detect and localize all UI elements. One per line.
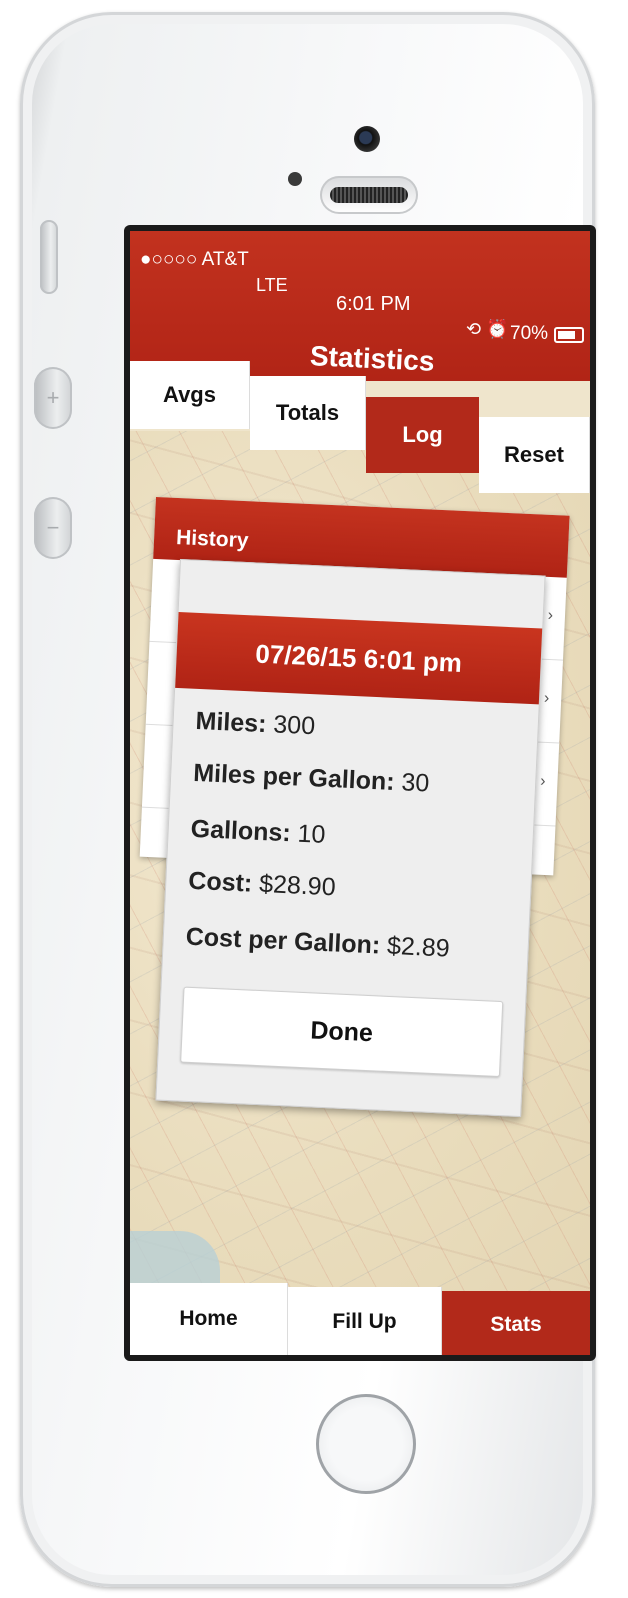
proximity-sensor — [288, 172, 302, 186]
entry-detail-popup: 07/26/15 6:01 pm Miles: 300 Miles per Ga… — [155, 559, 546, 1118]
earpiece-speaker — [320, 176, 418, 214]
tab-stats[interactable]: Stats — [442, 1291, 590, 1355]
chevron-right-icon: › — [543, 689, 550, 708]
home-button[interactable] — [316, 1394, 416, 1494]
phone-frame: + − ●○○○○ AT&T LTE 6:01 PM ⟲ ⏰ 70% Stati… — [20, 12, 596, 1587]
field-value: 10 — [296, 819, 327, 849]
tab-reset[interactable]: Reset — [479, 417, 590, 493]
volume-down-button: − — [34, 497, 72, 559]
battery-percent: 70% — [510, 323, 549, 344]
carrier-signal: ●○○○○ AT&T — [140, 249, 249, 270]
nav-header: ●○○○○ AT&T LTE 6:01 PM ⟲ ⏰ 70% Statistic… — [130, 231, 590, 381]
rotation-alarm-icon: ⟲ ⏰ — [466, 319, 509, 339]
tab-fill-up[interactable]: Fill Up — [288, 1287, 442, 1355]
field-value: $2.89 — [386, 931, 451, 963]
tab-avgs[interactable]: Avgs — [130, 361, 250, 429]
field-label: Gallons: — [190, 814, 292, 848]
mpg-field: Miles per Gallon: 30 — [193, 759, 430, 799]
tab-log[interactable]: Log — [366, 397, 479, 473]
battery-icon — [554, 327, 584, 343]
field-label: Cost: — [187, 866, 253, 898]
tab-home[interactable]: Home — [130, 1283, 288, 1355]
chevron-right-icon: › — [539, 772, 546, 790]
field-label: Miles: — [195, 706, 268, 739]
field-label: Cost per Gallon: — [185, 922, 381, 960]
network-type: LTE — [256, 275, 288, 295]
front-camera — [354, 126, 380, 152]
chevron-right-icon: › — [547, 606, 554, 625]
volume-up-button: + — [34, 367, 72, 429]
cost-field: Cost: $28.90 — [188, 867, 336, 903]
page-title: Statistics — [309, 340, 436, 377]
status-time: 6:01 PM — [336, 293, 411, 315]
screen: ●○○○○ AT&T LTE 6:01 PM ⟲ ⏰ 70% Statistic… — [124, 225, 596, 1361]
miles-field: Miles: 300 — [195, 707, 316, 741]
field-value: $28.90 — [258, 869, 337, 902]
app-view: ●○○○○ AT&T LTE 6:01 PM ⟲ ⏰ 70% Statistic… — [130, 231, 590, 1355]
field-value: 30 — [400, 768, 430, 798]
done-button[interactable]: Done — [180, 986, 504, 1078]
cost-per-gallon-field: Cost per Gallon: $2.89 — [185, 923, 450, 964]
field-label: Miles per Gallon: — [192, 758, 396, 796]
tab-totals[interactable]: Totals — [250, 376, 366, 450]
field-value: 300 — [272, 710, 316, 741]
mute-switch — [40, 220, 58, 294]
gallons-field: Gallons: 10 — [190, 815, 326, 850]
popup-title: 07/26/15 6:01 pm — [175, 611, 543, 705]
